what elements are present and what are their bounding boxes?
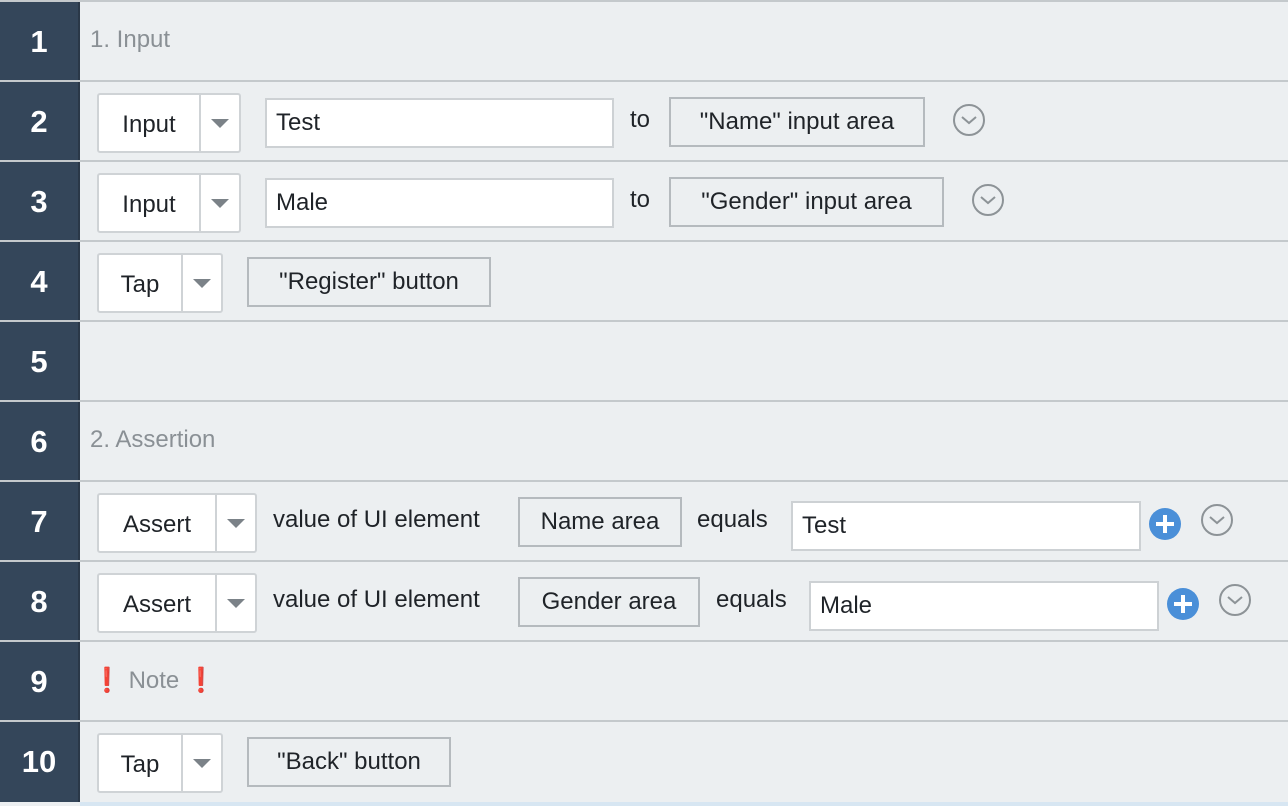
step-row-9[interactable]: 9 ❗ Note ❗ — [0, 640, 1288, 722]
caret-down-icon[interactable] — [215, 575, 255, 631]
chevron-circle-down-icon[interactable] — [1201, 504, 1233, 536]
caret-down-icon[interactable] — [199, 95, 239, 151]
assert-phrase: value of UI element — [273, 506, 480, 533]
section-comment[interactable]: 1. Input — [90, 26, 170, 54]
operator-text: equals — [716, 586, 787, 613]
assert-phrase: value of UI element — [273, 586, 480, 613]
exclamation-icon: ❗ — [185, 667, 216, 694]
action-dropdown[interactable]: Input — [97, 93, 241, 153]
plus-circle-icon[interactable] — [1149, 508, 1181, 540]
step-row-4[interactable]: 4 Tap "Register" button — [0, 240, 1288, 322]
caret-down-icon[interactable] — [215, 495, 255, 551]
note-text: Note — [128, 667, 180, 694]
action-dropdown[interactable]: Tap — [97, 253, 223, 313]
caret-down-icon[interactable] — [181, 255, 221, 311]
selection-strip — [80, 802, 1288, 806]
target-element-chip[interactable]: Gender area — [518, 577, 700, 627]
action-dropdown[interactable]: Assert — [97, 493, 257, 553]
note-comment[interactable]: ❗ Note ❗ — [92, 666, 216, 695]
line-number: 9 — [0, 642, 80, 722]
action-dropdown[interactable]: Tap — [97, 733, 223, 793]
test-step-sheet: 1 1. Input 2 Input Test to "Name" input … — [0, 0, 1288, 806]
chevron-circle-down-icon[interactable] — [1219, 584, 1251, 616]
line-number: 5 — [0, 322, 80, 402]
line-number: 8 — [0, 562, 80, 642]
line-number: 3 — [0, 162, 80, 242]
step-row-1[interactable]: 1 1. Input — [0, 0, 1288, 82]
target-element-chip[interactable]: "Gender" input area — [669, 177, 944, 227]
target-element-chip[interactable]: "Register" button — [247, 257, 491, 307]
action-label: Input — [122, 111, 176, 138]
caret-down-icon[interactable] — [199, 175, 239, 231]
step-row-8[interactable]: 8 Assert value of UI element Gender area… — [0, 560, 1288, 642]
step-row-5[interactable]: 5 — [0, 320, 1288, 402]
empty-step[interactable] — [80, 322, 1288, 400]
connector-text: to — [630, 106, 651, 133]
line-number: 2 — [0, 82, 80, 162]
step-row-10[interactable]: 10 Tap "Back" button — [0, 720, 1288, 802]
action-dropdown[interactable]: Assert — [97, 573, 257, 633]
line-number: 10 — [0, 722, 80, 802]
expected-value-field[interactable]: Male — [809, 581, 1159, 631]
step-row-2[interactable]: 2 Input Test to "Name" input area — [0, 80, 1288, 162]
chevron-circle-down-icon[interactable] — [972, 184, 1004, 216]
step-row-7[interactable]: 7 Assert value of UI element Name area e… — [0, 480, 1288, 562]
action-label: Tap — [120, 271, 160, 298]
action-label: Input — [122, 191, 176, 218]
action-label: Assert — [122, 511, 191, 538]
chevron-circle-down-icon[interactable] — [953, 104, 985, 136]
line-number: 1 — [0, 2, 80, 82]
input-value-field[interactable]: Male — [265, 178, 614, 228]
line-number: 4 — [0, 242, 80, 322]
section-comment[interactable]: 2. Assertion — [90, 426, 215, 454]
line-number: 6 — [0, 402, 80, 482]
action-label: Assert — [122, 591, 191, 618]
plus-circle-icon[interactable] — [1167, 588, 1199, 620]
action-dropdown[interactable]: Input — [97, 173, 241, 233]
exclamation-icon: ❗ — [92, 667, 122, 694]
step-row-6[interactable]: 6 2. Assertion — [0, 400, 1288, 482]
line-number: 7 — [0, 482, 80, 562]
step-row-3[interactable]: 3 Input Male to "Gender" input area — [0, 160, 1288, 242]
target-element-chip[interactable]: "Back" button — [247, 737, 451, 787]
expected-value-field[interactable]: Test — [791, 501, 1141, 551]
target-element-chip[interactable]: "Name" input area — [669, 97, 925, 147]
target-element-chip[interactable]: Name area — [518, 497, 682, 547]
connector-text: to — [630, 186, 651, 213]
operator-text: equals — [697, 506, 768, 533]
action-label: Tap — [120, 751, 160, 778]
input-value-field[interactable]: Test — [265, 98, 614, 148]
caret-down-icon[interactable] — [181, 735, 221, 791]
